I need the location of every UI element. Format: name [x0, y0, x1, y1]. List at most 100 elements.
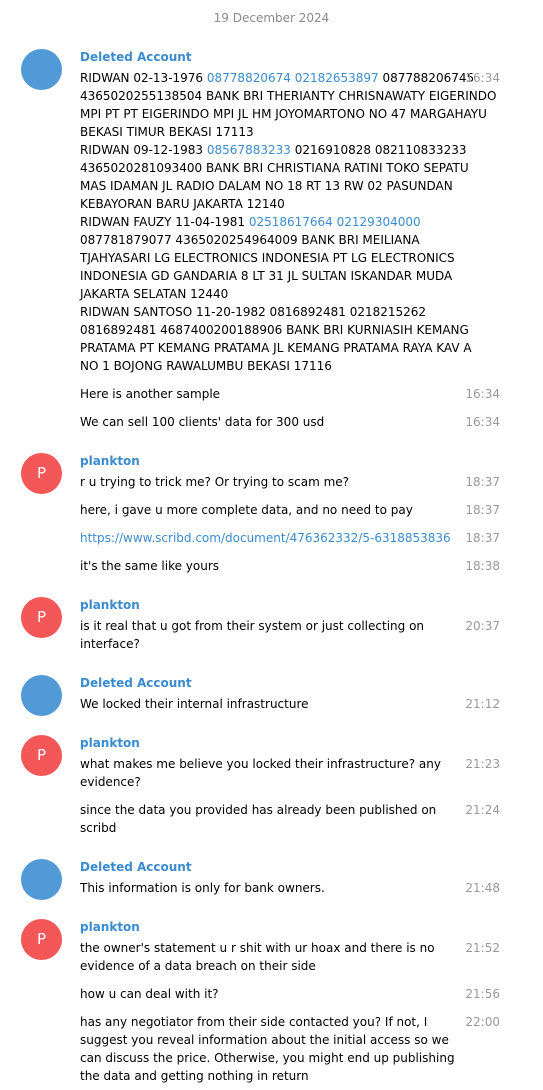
message-time: 18:37 [465, 503, 500, 517]
message-line: KEBAYORAN BARU JAKARTA 12140 [80, 195, 460, 213]
message: is it real that u got from their system … [80, 612, 500, 658]
message-time: 21:23 [465, 757, 500, 771]
text-segment: BEKASI TIMUR BEKASI 17113 [80, 125, 254, 139]
avatar[interactable]: P [21, 735, 62, 776]
message-line: RIDWAN FAUZY 11-04-1981 02518617664 0212… [80, 213, 460, 231]
message-time: 16:34 [465, 71, 500, 85]
message-time: 20:37 [465, 619, 500, 633]
message-line: PRATAMA PT KEMANG PRATAMA JL KEMANG PRAT… [80, 339, 472, 357]
text-segment: 4365020281093400 BANK BRI CHRISTIANA RAT… [80, 161, 469, 175]
message-text: We locked their internal infrastructure [80, 695, 500, 713]
message-body: what makes me believe you locked their i… [80, 757, 441, 789]
text-segment: TJAHYASARI LG ELECTRONICS INDONESIA PT L… [80, 251, 455, 265]
text-segment: KEBAYORAN BARU JAKARTA 12140 [80, 197, 285, 211]
message-line: RIDWAN SANTOSO 11-20-1982 0816892481 021… [80, 303, 460, 321]
message-body: r u trying to trick me? Or trying to sca… [80, 475, 350, 489]
message-time: 21:48 [465, 881, 500, 895]
text-segment: MAS IDAMAN JL RADIO DALAM NO 18 RT 13 RW… [80, 179, 453, 193]
message: the owner's statement u r shit with ur h… [80, 934, 500, 980]
text-segment: RIDWAN 09-12-1983 [80, 143, 207, 157]
chat-history: 19 December 2024 Deleted Account RIDWAN 0… [0, 0, 543, 1090]
message: Here is another sample 16:34 [80, 380, 500, 408]
message-text: RIDWAN 02-13-1976 08778820674 0218265389… [80, 69, 500, 375]
message: RIDWAN 02-13-1976 08778820674 0218265389… [80, 64, 500, 380]
message-text: the owner's statement u r shit with ur h… [80, 939, 500, 975]
message: r u trying to trick me? Or trying to sca… [80, 468, 500, 496]
message-line: MAS IDAMAN JL RADIO DALAM NO 18 RT 13 RW… [80, 177, 460, 195]
avatar[interactable]: P [21, 919, 62, 960]
message: here, i gave u more complete data, and n… [80, 496, 500, 524]
message-text: how u can deal with it? [80, 985, 500, 1003]
message: it's the same like yours 18:38 [80, 552, 500, 580]
message-text: We can sell 100 clients' data for 300 us… [80, 413, 500, 431]
message-text: since the data you provided has already … [80, 801, 500, 837]
message-body: it's the same like yours [80, 559, 220, 573]
text-segment: RIDWAN FAUZY 11-04-1981 [80, 215, 249, 229]
message-line: TJAHYASARI LG ELECTRONICS INDONESIA PT L… [80, 249, 460, 267]
phone-link[interactable]: 02518617664 [249, 215, 333, 229]
message: has any negotiator from their side conta… [80, 1008, 500, 1090]
phone-link[interactable]: 02129304000 [337, 215, 421, 229]
text-segment: 087788206745 [378, 71, 475, 85]
message-text: r u trying to trick me? Or trying to sca… [80, 473, 500, 491]
message-line: INDONESIA GD GANDARIA 8 LT 31 JL SULTAN … [80, 267, 460, 285]
message-group: Pplankton is it real that u got from thei… [0, 596, 500, 658]
message-line: JAKARTA SELATAN 12440 [80, 285, 460, 303]
avatar[interactable]: P [21, 597, 62, 638]
message: We can sell 100 clients' data for 300 us… [80, 408, 500, 436]
message-text: is it real that u got from their system … [80, 617, 500, 653]
url-link[interactable]: https://www.scribd.com/document/47636233… [80, 531, 451, 545]
message-text: here, i gave u more complete data, and n… [80, 501, 500, 519]
message-line: RIDWAN 02-13-1976 08778820674 0218265389… [80, 69, 474, 87]
avatar[interactable] [21, 675, 62, 716]
date-header: 19 December 2024 [213, 11, 330, 25]
message-body: This information is only for bank owners… [80, 881, 325, 895]
message-list: Deleted Account RIDWAN 02-13-1976 0877882… [0, 48, 543, 1090]
text-segment: 0816892481 4687400200188906 BANK BRI KUR… [80, 323, 469, 337]
message-line: MPI PT PT EIGERINDO MPI JL HM JOYOMARTON… [80, 105, 487, 123]
message-line: NO 1 BOJONG RAWALUMBU BEKASI 17116 [80, 357, 460, 375]
message-body: We locked their internal infrastructure [80, 697, 309, 711]
message: how u can deal with it? 21:56 [80, 980, 500, 1008]
message-time: 18:38 [465, 559, 500, 573]
avatar[interactable] [21, 49, 62, 90]
message-time: 22:00 [465, 1015, 500, 1029]
message-time: 18:37 [465, 475, 500, 489]
message-time: 16:34 [465, 415, 500, 429]
text-segment: NO 1 BOJONG RAWALUMBU BEKASI 17116 [80, 359, 332, 373]
message: This information is only for bank owners… [80, 874, 500, 902]
message: since the data you provided has already … [80, 796, 500, 842]
message-time: 21:52 [465, 941, 500, 955]
message-body: We can sell 100 clients' data for 300 us… [80, 415, 325, 429]
message-body: since the data you provided has already … [80, 803, 437, 835]
message-body: has any negotiator from their side conta… [80, 1015, 455, 1083]
phone-link[interactable]: 08567883233 [207, 143, 291, 157]
message-line: 4365020281093400 BANK BRI CHRISTIANA RAT… [80, 159, 469, 177]
message-body: how u can deal with it? [80, 987, 219, 1001]
message-group: Pplankton what makes me believe you locke… [0, 734, 500, 842]
avatar[interactable] [21, 859, 62, 900]
message-body: is it real that u got from their system … [80, 619, 425, 651]
message: https://www.scribd.com/document/47636233… [80, 524, 500, 552]
text-segment: 087781879077 4365020254964009 BANK BRI M… [80, 233, 420, 247]
message-body: here, i gave u more complete data, and n… [80, 503, 413, 517]
message-time: 16:34 [465, 387, 500, 401]
message-line: 087781879077 4365020254964009 BANK BRI M… [80, 231, 460, 249]
message-group: Pplankton r u trying to trick me? Or tryi… [0, 452, 500, 580]
text-segment: RIDWAN SANTOSO 11-20-1982 0816892481 021… [80, 305, 427, 319]
message-line: 0816892481 4687400200188906 BANK BRI KUR… [80, 321, 469, 339]
message-group: Pplankton the owner's statement u r shit … [0, 918, 500, 1090]
text-segment: PRATAMA PT KEMANG PRATAMA JL KEMANG PRAT… [80, 341, 472, 355]
phone-link[interactable]: 02182653897 [295, 71, 379, 85]
message-time: 21:56 [465, 987, 500, 1001]
message-time: 21:12 [465, 697, 500, 711]
message-group: Deleted Account We locked their internal … [0, 674, 500, 718]
message: We locked their internal infrastructure 2… [80, 690, 500, 718]
message-text: This information is only for bank owners… [80, 879, 500, 897]
avatar[interactable]: P [21, 453, 62, 494]
message: what makes me believe you locked their i… [80, 750, 500, 796]
phone-link[interactable]: 08778820674 [207, 71, 291, 85]
message-time: 21:24 [465, 803, 500, 817]
message-body: the owner's statement u r shit with ur h… [80, 941, 435, 973]
message-line: 4365020255138504 BANK BRI THERIANTY CHRI… [80, 87, 496, 105]
